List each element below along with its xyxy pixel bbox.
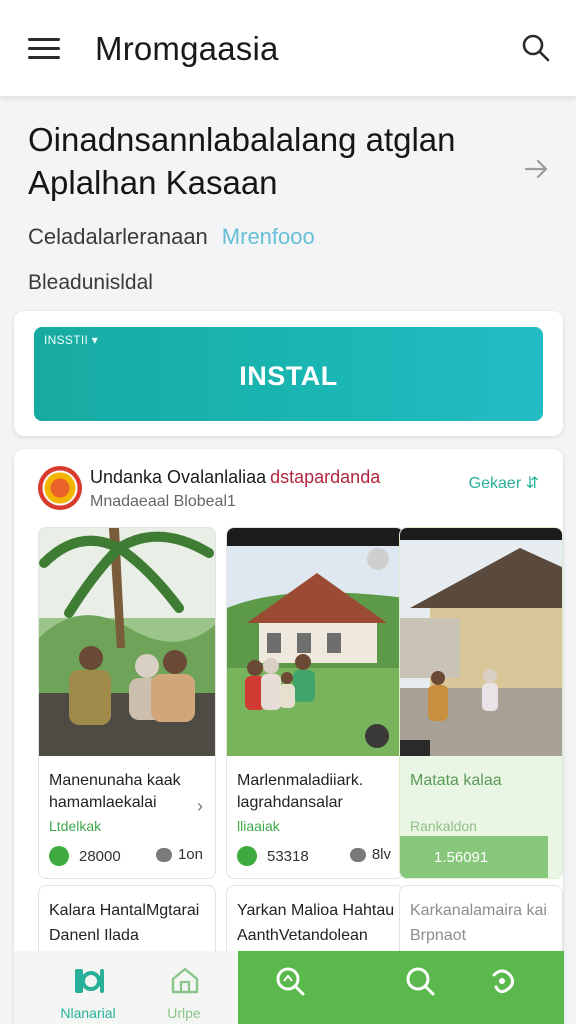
tile-likes-count: 28000 [79,847,121,865]
tile-likes: 53318 [237,846,309,866]
meta-link[interactable]: Mrenfooo [222,224,315,249]
install-label: INSTAL [239,361,338,391]
tile-tag: Rankaldon [410,818,477,834]
arrow-right-icon[interactable] [524,158,550,180]
tile-comments: 1on [155,846,203,863]
comment-icon [349,847,366,862]
feed-tile[interactable]: Matata kalaa Rankaldon 1.56091 [399,527,563,879]
tile-photo [39,528,215,756]
nav-item-home[interactable]: Nlanarial [38,951,138,1024]
nav-item-house[interactable]: Urlpe [134,951,234,1024]
app-title: Mromgaasia [95,30,279,67]
nav-item-settings[interactable] [478,951,528,1024]
bottom-nav: Nlanarial Urlpe [14,951,564,1024]
nav-item-search-alt[interactable] [396,951,446,1024]
nav-highlight [238,951,564,1024]
search-icon [276,967,305,996]
page-headline: Oinadnsannlabalalang atglan Aplalhan Kas… [28,121,456,201]
install-tag: INSSTII ▾ [44,333,99,347]
feed-title-accent: dstapardanda [270,467,381,487]
tile-photo [400,528,562,756]
list-item-text: Karkanalamaira kai Brpnaot [410,902,547,944]
meta-subtext: Bleadunisldal [28,271,153,294]
app-logo-icon [38,466,82,510]
search-icon[interactable] [520,32,552,64]
feed-action-link[interactable]: Gekaer ⇵ [469,473,539,493]
feed-title: Undanka Ovalanlaliaa dstapardanda [90,467,380,488]
chevron-right-icon[interactable]: › [197,796,203,817]
tile-photo [227,528,403,756]
feed-title-text: Undanka Ovalanlaliaa [90,467,267,487]
tile-title: Marlenmaladiiark. lagrahdansalar [237,772,364,811]
meta-row: Celadalarleranaan Mrenfooo [28,224,315,250]
tile-stat-band: 1.56091 [400,836,548,878]
menu-icon[interactable] [28,38,60,60]
like-icon [237,846,257,866]
tile-tag: lliaaiak [237,818,280,834]
house-icon [171,967,199,994]
home-grid-icon [75,969,104,993]
feed-tile[interactable]: Manenunaha kaak hamamlaekalai › Ltdelkak… [38,527,216,879]
comment-icon [155,847,172,862]
feed-tile[interactable]: Marlenmaladiiark. lagrahdansalar lliaaia… [226,527,404,879]
settings-icon [492,969,515,994]
feed-subtitle: Mnadaeaal Blobeal1 [90,493,236,510]
nav-label: Nlanarial [60,1005,116,1021]
nav-label: Urlpe [167,1005,201,1021]
install-button[interactable]: INSSTII ▾ INSTAL [34,327,543,421]
like-icon [49,846,69,866]
install-card: INSSTII ▾ INSTAL [14,311,563,436]
tile-comments: 8lv [349,846,391,863]
tile-comments-count: 1on [177,846,203,863]
tile-tag: Ltdelkak [49,818,102,834]
tile-likes: 28000 [49,846,121,866]
list-item-text: Kalara HantalMgtarai Danenl Ilada [49,902,200,944]
nav-item-search[interactable] [266,951,316,1024]
list-item-text: Yarkan Malioa Hahtau AanthVetandolean [237,902,395,944]
tile-title: Manenunaha kaak hamamlaekalai [49,772,181,811]
tile-title: Matata kalaa [410,772,502,789]
app-bar: Mromgaasia [0,0,576,96]
tile-likes-count: 53318 [267,847,309,865]
search-icon [406,967,435,996]
feed-card: Undanka Ovalanlaliaa dstapardanda Mnadaea… [14,449,563,1024]
meta-text: Celadalarleranaan [28,224,208,249]
tile-comments-count: 8lv [371,846,391,863]
tile-likes-count: 1.56091 [434,848,489,866]
